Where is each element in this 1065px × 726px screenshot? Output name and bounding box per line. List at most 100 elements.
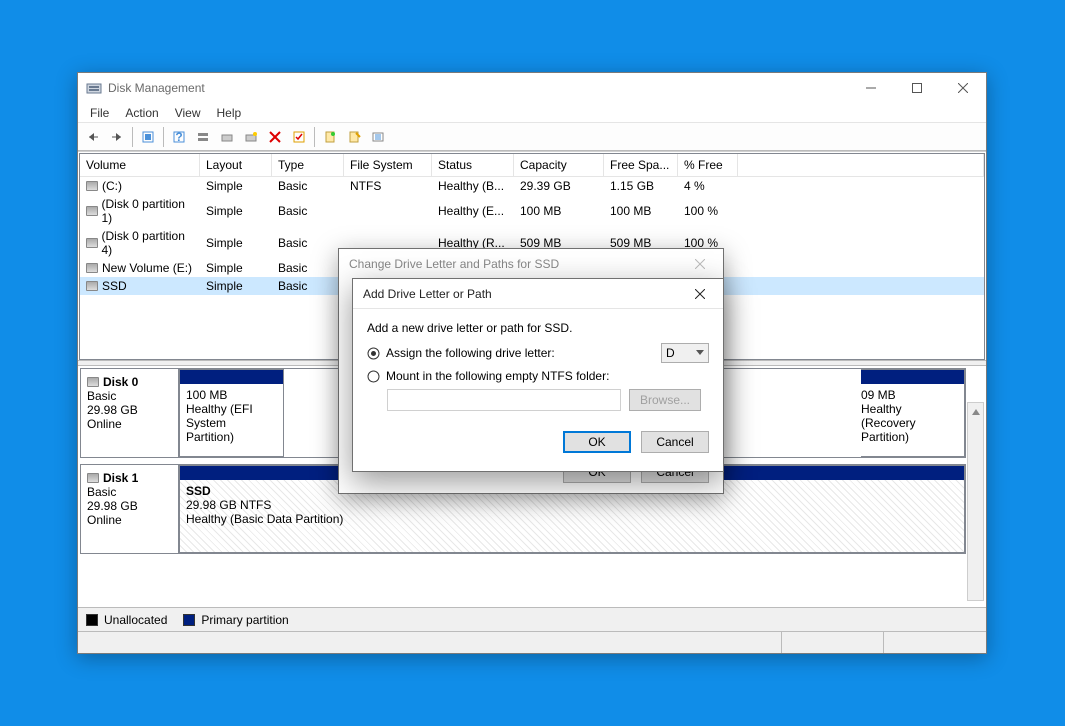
action-a-button[interactable] xyxy=(240,126,262,148)
col-type[interactable]: Type xyxy=(272,154,344,176)
radio-unselected-icon xyxy=(367,370,380,383)
partition-label: 100 MB xyxy=(186,388,277,402)
disk-info[interactable]: Disk 0 Basic 29.98 GB Online xyxy=(81,369,179,457)
volume-list-header: Volume Layout Type File System Status Ca… xyxy=(80,154,984,177)
partition-color-bar xyxy=(861,370,964,384)
delete-button[interactable] xyxy=(264,126,286,148)
disk-state: Online xyxy=(87,513,172,527)
help-button[interactable]: ? xyxy=(168,126,190,148)
disk-partition[interactable]: 100 MBHealthy (EFI System Partition) xyxy=(179,369,284,457)
col-tail[interactable] xyxy=(738,154,984,176)
volume-cell: New Volume (E:) xyxy=(80,260,200,276)
menu-help[interactable]: Help xyxy=(209,104,250,122)
back-button[interactable] xyxy=(82,126,104,148)
disk-icon xyxy=(86,181,98,191)
volume-cell: Basic xyxy=(272,196,344,226)
check-button[interactable] xyxy=(288,126,310,148)
partition-label: Healthy (EFI System Partition) xyxy=(186,402,277,444)
volume-cell: Simple xyxy=(200,278,272,294)
volume-cell: 4 % xyxy=(678,178,738,194)
col-freespace[interactable]: Free Spa... xyxy=(604,154,678,176)
volume-cell: Simple xyxy=(200,260,272,276)
menu-bar: File Action View Help xyxy=(78,103,986,123)
forward-button[interactable] xyxy=(106,126,128,148)
toolbar: ? xyxy=(78,123,986,151)
legend-unallocated: Unallocated xyxy=(86,613,167,627)
scroll-up-button[interactable] xyxy=(968,403,983,420)
disk-partition[interactable]: 09 MBHealthy (Recovery Partition) xyxy=(861,369,965,457)
col-layout[interactable]: Layout xyxy=(200,154,272,176)
menu-action[interactable]: Action xyxy=(117,104,166,122)
volume-cell: 1.15 GB xyxy=(604,178,678,194)
disk-kind: Basic xyxy=(87,485,172,499)
scrollbar[interactable] xyxy=(967,402,984,601)
dialog-close-button[interactable] xyxy=(687,285,713,303)
refresh-button[interactable] xyxy=(137,126,159,148)
ok-button[interactable]: OK xyxy=(563,431,631,453)
partition-label: Healthy (Basic Data Partition) xyxy=(186,512,958,526)
toolbar-separator xyxy=(163,127,164,147)
maximize-button[interactable] xyxy=(894,73,940,103)
minimize-button[interactable] xyxy=(848,73,894,103)
properties-button[interactable] xyxy=(367,126,389,148)
menu-view[interactable]: View xyxy=(167,104,209,122)
partition-body: 100 MBHealthy (EFI System Partition) xyxy=(180,384,283,456)
partition-label: 09 MB xyxy=(861,388,958,402)
action-b-button[interactable] xyxy=(343,126,365,148)
legend-label: Unallocated xyxy=(104,613,167,627)
dialog-body: Add a new drive letter or path for SSD. … xyxy=(353,309,723,423)
legend-primary: Primary partition xyxy=(183,613,288,627)
partition-body: 09 MBHealthy (Recovery Partition) xyxy=(861,384,964,456)
window-controls xyxy=(848,73,986,103)
volume-cell: (Disk 0 partition 4) xyxy=(80,228,200,258)
volume-cell: Basic xyxy=(272,260,344,276)
col-capacity[interactable]: Capacity xyxy=(514,154,604,176)
col-volume[interactable]: Volume xyxy=(80,154,200,176)
status-segment xyxy=(782,632,885,653)
legend: Unallocated Primary partition xyxy=(78,607,986,631)
dialog-close-button[interactable] xyxy=(687,255,713,273)
status-bar xyxy=(78,631,986,653)
disk-size: 29.98 GB xyxy=(87,403,172,417)
dialog-title: Add Drive Letter or Path xyxy=(363,287,492,301)
app-icon xyxy=(86,80,102,96)
volume-cell: Simple xyxy=(200,178,272,194)
disk-size: 29.98 GB xyxy=(87,499,172,513)
dialog-title-bar: Change Drive Letter and Paths for SSD xyxy=(339,249,723,279)
assign-letter-option[interactable]: Assign the following drive letter: D xyxy=(367,343,709,363)
volume-cell: Healthy (E... xyxy=(432,196,514,226)
dialog-button-row: OK Cancel xyxy=(353,423,723,465)
toolbar-separator xyxy=(132,127,133,147)
legend-swatch-primary xyxy=(183,614,195,626)
volume-cell: 100 MB xyxy=(604,196,678,226)
volume-cell: Healthy (B... xyxy=(432,178,514,194)
status-segment xyxy=(884,632,986,653)
volume-cell: NTFS xyxy=(344,178,432,194)
menu-file[interactable]: File xyxy=(82,104,117,122)
col-status[interactable]: Status xyxy=(432,154,514,176)
title-bar: Disk Management xyxy=(78,73,986,103)
window-title: Disk Management xyxy=(108,81,848,95)
cancel-button[interactable]: Cancel xyxy=(641,431,709,453)
new-button[interactable] xyxy=(319,126,341,148)
col-pctfree[interactable]: % Free xyxy=(678,154,738,176)
status-segment xyxy=(78,632,782,653)
disk-info[interactable]: Disk 1 Basic 29.98 GB Online xyxy=(81,465,179,553)
drive-letter-select[interactable]: D xyxy=(661,343,709,363)
svg-text:?: ? xyxy=(175,130,182,144)
mount-folder-option[interactable]: Mount in the following empty NTFS folder… xyxy=(367,369,709,383)
settings-button[interactable] xyxy=(192,126,214,148)
volume-cell: Basic xyxy=(272,228,344,258)
volume-row[interactable]: (C:)SimpleBasicNTFSHealthy (B...29.39 GB… xyxy=(80,177,984,195)
browse-button: Browse... xyxy=(629,389,701,411)
volume-cell xyxy=(344,196,432,226)
volume-row[interactable]: (Disk 0 partition 1)SimpleBasicHealthy (… xyxy=(80,195,984,227)
mount-path-input xyxy=(387,389,621,411)
legend-swatch-unallocated xyxy=(86,614,98,626)
drive-letter-value: D xyxy=(666,346,675,360)
disk-button[interactable] xyxy=(216,126,238,148)
col-filesystem[interactable]: File System xyxy=(344,154,432,176)
dialog-title-bar[interactable]: Add Drive Letter or Path xyxy=(353,279,723,309)
radio-selected-icon xyxy=(367,347,380,360)
close-button[interactable] xyxy=(940,73,986,103)
